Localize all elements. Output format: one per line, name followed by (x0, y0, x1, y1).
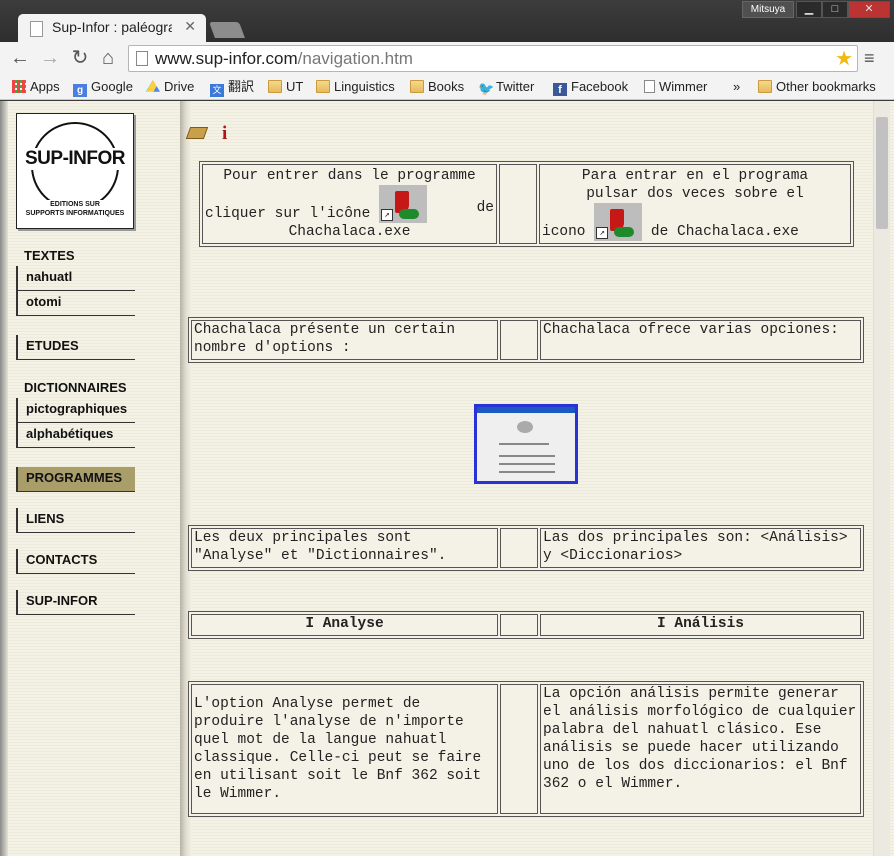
forward-arrow-icon[interactable]: → (38, 46, 62, 70)
es-heading-cell: I Análisis (540, 614, 861, 636)
home-icon[interactable]: ⌂ (96, 46, 120, 70)
facebook-icon: f (553, 83, 567, 96)
bookmark-wimmer[interactable]: Wimmer (644, 77, 707, 97)
maximize-icon[interactable]: □ (822, 1, 848, 18)
spacer-cell (500, 684, 538, 814)
spacer-cell (500, 320, 538, 360)
scrollbar-thumb[interactable] (876, 117, 888, 229)
folder-icon (268, 80, 282, 93)
page-edge-shadow (0, 101, 8, 856)
bookmark-ut[interactable]: UT (268, 77, 303, 97)
nav-group-etudes: ETUDES (16, 335, 135, 360)
browser-tab[interactable]: Sup-Infor : paléographi ✕ (18, 14, 206, 42)
nav-item-programmes[interactable]: PROGRAMMES (16, 467, 135, 492)
drive-icon (146, 80, 160, 92)
es-main-cell: Las dos principales son: <Análisis> y <D… (540, 528, 861, 568)
page-favicon-icon (30, 21, 43, 37)
window-close-icon[interactable]: ✕ (848, 1, 890, 18)
profile-badge[interactable]: Mitsuya (742, 1, 794, 18)
minimize-icon[interactable]: ▁ (796, 1, 822, 18)
program-screenshot-thumbnail[interactable] (474, 404, 578, 484)
nav-item-etudes[interactable]: ETUDES (16, 335, 135, 360)
fr-heading-cell: I Analyse (191, 614, 498, 636)
browser-titlebar: Sup-Infor : paléographi ✕ Mitsuya ▁ □ ✕ (0, 0, 894, 42)
nav-group-supinfor: SUP-INFOR (16, 590, 135, 615)
page-icon (136, 51, 148, 66)
nav-item-alphabetiques[interactable]: alphabétiques (16, 423, 135, 448)
nav-item-liens[interactable]: LIENS (16, 508, 135, 533)
nav-group-textes: TEXTES nahuatl otomi (16, 246, 135, 316)
spacer-cell (499, 164, 537, 244)
translate-icon: 文 (210, 84, 224, 97)
bookmark-google[interactable]: g Google (73, 77, 133, 97)
nav-item-pictographiques[interactable]: pictographiques (16, 398, 135, 423)
fr-analyse-cell: L'option Analyse permet de produire l'an… (191, 684, 498, 814)
google-icon: g (73, 84, 87, 97)
nav-group-programmes: PROGRAMMES (16, 467, 135, 492)
bookmarks-bar: Apps g Google Drive 文翻訳 UT Linguistics Bo… (0, 74, 894, 100)
options-table: Chachalaca présente un certain nombre d'… (188, 317, 864, 363)
spacer-cell (500, 614, 538, 636)
twitter-bird-icon: 🐦 (478, 81, 495, 96)
nav-group-dictionnaires: DICTIONNAIRES pictographiques alphabétiq… (16, 378, 135, 448)
bookmark-drive[interactable]: Drive (146, 77, 194, 97)
nav-item-nahuatl[interactable]: nahuatl (16, 266, 135, 291)
nav-group-liens: LIENS (16, 508, 135, 533)
thumbnail-line (499, 443, 549, 445)
browser-toolbar: ← → ↻ ⌂ www.sup-infor.com/navigation.htm… (0, 42, 894, 74)
tab-close-icon[interactable]: ✕ (184, 18, 196, 35)
thumbnail-titlebar (477, 407, 575, 413)
thumbnail-line (499, 455, 555, 457)
es-analisis-cell: La opción análisis permite generar el an… (540, 684, 861, 814)
analyse-heading-table: I Analyse I Análisis (188, 611, 864, 639)
bookmark-linguistics[interactable]: Linguistics (316, 77, 395, 97)
back-arrow-icon[interactable]: ← (8, 46, 32, 70)
fr-options-cell: Chachalaca présente un certain nombre d'… (191, 320, 498, 360)
folder-icon (758, 80, 772, 93)
tab-title: Sup-Infor : paléographi (52, 19, 172, 35)
folder-icon (410, 80, 424, 93)
bookmark-apps[interactable]: Apps (12, 77, 60, 97)
reload-icon[interactable]: ↻ (68, 46, 92, 70)
thumbnail-line (499, 471, 555, 473)
folder-icon (316, 80, 330, 93)
bookmark-other[interactable]: Other bookmarks (758, 77, 876, 97)
bookmark-books[interactable]: Books (410, 77, 464, 97)
es-enter-cell: Para entrar en el programa pulsar dos ve… (539, 164, 851, 244)
menu-icon[interactable]: ≡ (864, 48, 875, 69)
thumbnail-logo (517, 421, 533, 433)
bookmark-facebook[interactable]: f Facebook (553, 77, 628, 97)
bookmark-twitter[interactable]: 🐦 Twitter (478, 77, 534, 97)
apps-grid-icon (12, 80, 26, 93)
main-options-table: Les deux principales sont "Analyse" et "… (188, 525, 864, 571)
nav-item-contacts[interactable]: CONTACTS (16, 549, 135, 574)
nav-item-otomi[interactable]: otomi (16, 291, 135, 316)
web-page: SUP-INFOR EDITIONS SUR SUPPORTS INFORMATI… (0, 101, 894, 856)
chachalaca-stocking-icon[interactable]: ↗ (379, 185, 428, 223)
url-text[interactable]: www.sup-infor.com/navigation.htm (155, 49, 413, 69)
chachalaca-stocking-icon[interactable]: ↗ (594, 203, 643, 241)
new-tab-button[interactable] (209, 22, 245, 38)
fr-main-cell: Les deux principales sont "Analyse" et "… (191, 528, 498, 568)
nav-group-contacts: CONTACTS (16, 549, 135, 574)
es-options-cell: Chachalaca ofrece varias opciones: (540, 320, 861, 360)
address-bar[interactable]: www.sup-infor.com/navigation.htm ★ (128, 45, 858, 72)
analyse-description-table: L'option Analyse permet de produire l'an… (188, 681, 864, 817)
page-scrollbar[interactable] (873, 101, 890, 856)
fr-enter-cell: Pour entrer dans le programme cliquer su… (202, 164, 497, 244)
nav-item-supinfor[interactable]: SUP-INFOR (16, 590, 135, 615)
nav-heading-textes[interactable]: TEXTES (16, 246, 135, 266)
bookmark-translate[interactable]: 文翻訳 (210, 77, 254, 97)
bookmark-star-icon[interactable]: ★ (835, 46, 853, 71)
thumbnail-line (499, 463, 555, 465)
page-icon (644, 80, 655, 93)
nav-heading-dictionnaires[interactable]: DICTIONNAIRES (16, 378, 135, 398)
info-icon[interactable]: i (222, 123, 227, 145)
spacer-cell (500, 528, 538, 568)
enter-program-table: Pour entrer dans le programme cliquer su… (199, 161, 854, 247)
bookmarks-overflow-chevron[interactable]: » (733, 77, 740, 97)
logo-subtitle: EDITIONS SUR SUPPORTS INFORMATIQUES (17, 200, 133, 218)
sup-infor-logo[interactable]: SUP-INFOR EDITIONS SUR SUPPORTS INFORMATI… (16, 113, 134, 229)
logo-brand: SUP-INFOR (19, 148, 131, 170)
